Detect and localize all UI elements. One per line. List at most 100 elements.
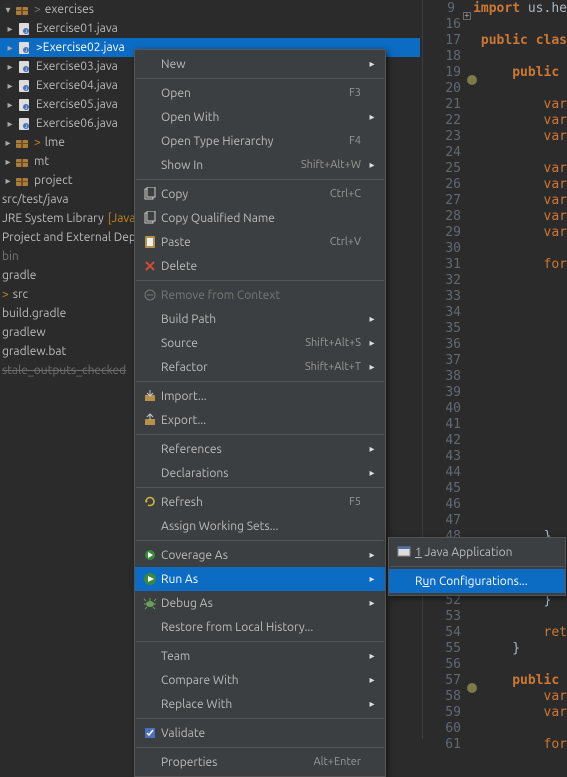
- delete-icon: [139, 258, 161, 274]
- menu-open-type-hierarchy[interactable]: Open Type HierarchyF4: [135, 129, 385, 153]
- menu-declarations[interactable]: Declarations▸: [135, 461, 385, 485]
- editor[interactable]: 9+import us.he1617public clas1819 public…: [422, 0, 567, 739]
- tree-folder-exercises[interactable]: ▾ > exercises: [0, 0, 420, 19]
- line-number: 58: [423, 689, 469, 704]
- import-icon: [139, 388, 161, 404]
- line-number: 38: [423, 369, 469, 384]
- context-menu: New▸ OpenF3 Open With▸ Open Type Hierarc…: [134, 49, 386, 777]
- tree-label: exercises: [45, 3, 94, 16]
- menu-debug-as[interactable]: Debug As▸: [135, 591, 385, 615]
- menu-compare-with[interactable]: Compare With▸: [135, 668, 385, 692]
- menu-copy[interactable]: CopyCtrl+C: [135, 182, 385, 206]
- menu-refresh[interactable]: RefreshF5: [135, 490, 385, 514]
- expand-icon[interactable]: ▸: [4, 23, 16, 35]
- menu-build-path[interactable]: Build Path▸: [135, 307, 385, 331]
- line-number: 59: [423, 705, 469, 720]
- line-number: 37: [423, 353, 469, 368]
- tree-label: Exercise05.java: [36, 98, 118, 111]
- package-icon: [14, 2, 30, 18]
- tree-label: lme: [45, 136, 65, 149]
- submenu-label: Run Configurations...: [415, 575, 557, 588]
- expand-icon[interactable]: ▸: [4, 99, 16, 111]
- line-number: 9: [423, 1, 463, 16]
- submenu-arrow-icon: ▸: [367, 573, 377, 585]
- submenu-arrow-icon: ▸: [367, 650, 377, 662]
- expand-icon[interactable]: ▸: [2, 156, 14, 168]
- menu-separator: [136, 179, 384, 180]
- menu-import[interactable]: Import...: [135, 384, 385, 408]
- collapse-icon[interactable]: ▾: [2, 4, 14, 16]
- tree-file[interactable]: ▸J Exercise01.java: [0, 19, 420, 38]
- menu-properties[interactable]: PropertiesAlt+Enter: [135, 750, 385, 774]
- package-icon: [14, 173, 30, 189]
- expand-icon[interactable]: ▸: [4, 118, 16, 130]
- paste-icon: [139, 234, 161, 250]
- menu-replace-with[interactable]: Replace With▸: [135, 692, 385, 716]
- code-text: import us.he: [473, 1, 567, 16]
- menu-open[interactable]: OpenF3: [135, 81, 385, 105]
- tree-label: project: [34, 174, 72, 187]
- menu-separator: [136, 487, 384, 488]
- line-number: 26: [423, 177, 469, 192]
- java-file-icon: J: [16, 21, 32, 37]
- menu-export[interactable]: Export...: [135, 408, 385, 432]
- expand-icon[interactable]: ▸: [4, 80, 16, 92]
- line-number: 41: [423, 417, 469, 432]
- remove-icon: [139, 287, 161, 303]
- menu-team[interactable]: Team▸: [135, 644, 385, 668]
- menu-assign-working-sets[interactable]: Assign Working Sets...: [135, 514, 385, 538]
- menu-show-in[interactable]: Show InShift+Alt+W▸: [135, 153, 385, 177]
- code-text: var: [481, 177, 567, 192]
- line-number: 17: [423, 33, 469, 48]
- submenu-java-application[interactable]: 1 Java Application: [389, 540, 565, 564]
- tree-label: build.gradle: [2, 307, 66, 320]
- expand-icon[interactable]: ▸: [4, 61, 16, 73]
- menu-references[interactable]: References▸: [135, 437, 385, 461]
- menu-coverage-as[interactable]: Coverage As▸: [135, 543, 385, 567]
- menu-restore-history[interactable]: Restore from Local History...: [135, 615, 385, 639]
- menu-paste[interactable]: PasteCtrl+V: [135, 230, 385, 254]
- tree-label: gradlew: [2, 326, 46, 339]
- menu-validate[interactable]: Validate: [135, 721, 385, 745]
- line-number: 24: [423, 145, 469, 160]
- tree-label: Exercise01.java: [36, 22, 118, 35]
- line-number: 55: [423, 641, 469, 656]
- menu-delete[interactable]: Delete: [135, 254, 385, 278]
- line-number: 40: [423, 401, 469, 416]
- expand-icon[interactable]: ▸: [4, 42, 16, 54]
- tree-marker: >: [34, 136, 41, 149]
- tree-label: Exercise04.java: [36, 79, 118, 92]
- submenu-arrow-icon: ▸: [367, 159, 377, 171]
- line-number: 19: [423, 65, 469, 80]
- java-file-icon: J: [16, 40, 32, 56]
- refresh-icon: [139, 494, 161, 510]
- code-text: var: [481, 209, 567, 224]
- code-text: var: [481, 129, 567, 144]
- line-number: 18: [423, 49, 469, 64]
- line-number: 31: [423, 257, 469, 272]
- submenu-arrow-icon: ▸: [367, 597, 377, 609]
- menu-separator: [136, 280, 384, 281]
- expand-icon[interactable]: ▸: [2, 137, 14, 149]
- tree-label: src/test/java: [2, 193, 69, 206]
- menu-run-as[interactable]: Run As▸: [135, 567, 385, 591]
- line-number: 34: [423, 305, 469, 320]
- package-icon: [14, 135, 30, 151]
- submenu-arrow-icon: ▸: [367, 58, 377, 70]
- line-number: 25: [423, 161, 469, 176]
- menu-new[interactable]: New▸: [135, 52, 385, 76]
- submenu-arrow-icon: ▸: [367, 698, 377, 710]
- menu-open-with[interactable]: Open With▸: [135, 105, 385, 129]
- line-number: 47: [423, 513, 469, 528]
- menu-source[interactable]: SourceShift+Alt+S▸: [135, 331, 385, 355]
- line-number: 28: [423, 209, 469, 224]
- menu-refactor[interactable]: RefactorShift+Alt+T▸: [135, 355, 385, 379]
- code-text: public clas: [481, 33, 567, 48]
- expand-icon[interactable]: ▸: [2, 175, 14, 187]
- code-text: var: [481, 705, 567, 720]
- tree-label: Exercise03.java: [36, 60, 118, 73]
- menu-copy-qualified-name[interactable]: Copy Qualified Name: [135, 206, 385, 230]
- line-number: 45: [423, 481, 469, 496]
- submenu-run-configurations[interactable]: Run Configurations...: [389, 569, 565, 593]
- copy-qn-icon: [139, 210, 161, 226]
